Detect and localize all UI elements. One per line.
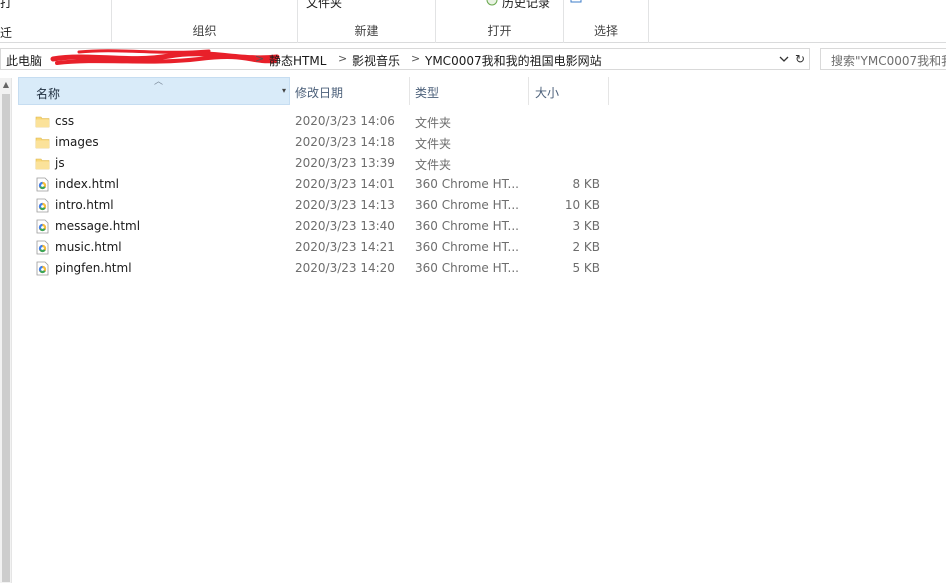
breadcrumb-current-folder[interactable]: YMC0007我和我的祖国电影网站 (425, 52, 602, 69)
file-type: 360 Chrome HT... (415, 219, 519, 233)
html-file-icon (36, 219, 49, 234)
file-name: images (55, 135, 99, 149)
breadcrumb-separator: > (255, 52, 265, 65)
scroll-up-icon[interactable]: ▲ (1, 80, 11, 90)
breadcrumb-this-pc[interactable]: 此电脑 (6, 52, 42, 69)
folder-icon (35, 158, 50, 170)
chevron-down-icon[interactable] (777, 51, 791, 67)
refresh-icon[interactable]: ↻ (793, 51, 807, 67)
html-file-icon (36, 177, 49, 192)
ribbon-group-select: 选择 (564, 0, 649, 43)
breadcrumb-separator: > (338, 52, 348, 65)
history-icon (486, 0, 498, 6)
ribbon-group-new: 文件夹 新建 (298, 0, 436, 43)
column-header-type-label: 类型 (415, 86, 440, 100)
new-folder-button[interactable]: 文件夹 (306, 0, 342, 11)
column-header-date[interactable]: 修改日期 (290, 77, 410, 105)
list-item[interactable]: js 2020/3/23 13:39 文件夹 (18, 153, 618, 174)
file-type: 360 Chrome HT... (415, 177, 519, 191)
list-item[interactable]: index.html 2020/3/23 14:01 360 Chrome HT..… (18, 174, 618, 195)
column-header-name[interactable]: 名称 ︿ ▾ (18, 77, 290, 105)
file-date: 2020/3/23 14:01 (295, 177, 395, 191)
file-name: intro.html (55, 198, 114, 212)
scrollbar-thumb[interactable] (2, 94, 10, 582)
file-type: 360 Chrome HT... (415, 240, 519, 254)
chevron-down-icon[interactable]: ▾ (282, 86, 286, 95)
ribbon-group-open: 历史记录 打开 (436, 0, 564, 43)
folder-icon (35, 116, 50, 128)
list-item[interactable]: images 2020/3/23 14:18 文件夹 (18, 132, 618, 153)
ribbon-group-new-label: 新建 (354, 24, 379, 38)
search-placeholder: 搜索"YMC0007我和我 (831, 54, 946, 68)
column-header-type[interactable]: 类型 (410, 77, 528, 105)
column-divider[interactable] (608, 77, 609, 105)
column-header-name-label: 名称 (36, 87, 61, 101)
file-name: message.html (55, 219, 141, 233)
file-name: js (55, 156, 65, 170)
redaction-scribble (50, 49, 280, 65)
column-header-date-label: 修改日期 (295, 86, 344, 100)
sort-ascending-icon: ︿ (154, 77, 164, 87)
file-date: 2020/3/23 14:20 (295, 261, 395, 275)
list-item[interactable]: css 2020/3/23 14:06 文件夹 (18, 111, 618, 132)
file-name: music.html (55, 240, 122, 254)
history-button[interactable]: 历史记录 (502, 0, 550, 11)
breadcrumb-static-html[interactable]: 静态HTML (269, 52, 326, 69)
list-item[interactable]: intro.html 2020/3/23 14:13 360 Chrome HT..… (18, 195, 618, 216)
ribbon-group-left (0, 0, 112, 43)
list-item[interactable]: music.html 2020/3/23 14:21 360 Chrome HT..… (18, 237, 618, 258)
ribbon-group-open-label: 打开 (487, 24, 512, 38)
list-item[interactable]: pingfen.html 2020/3/23 14:20 360 Chrome HT… (18, 258, 618, 279)
file-name: pingfen.html (55, 261, 132, 275)
file-date: 2020/3/23 14:13 (295, 198, 395, 212)
ribbon-group-organize-label: 组织 (192, 24, 217, 38)
list-item[interactable]: message.html 2020/3/23 13:40 360 Chrome HT… (18, 216, 618, 237)
file-name: css (55, 114, 75, 128)
file-date: 2020/3/23 13:40 (295, 219, 395, 233)
file-size: 5 KB (572, 261, 600, 275)
breadcrumb-video-music[interactable]: 影视音乐 (352, 52, 400, 69)
file-size: 2 KB (572, 240, 600, 254)
ribbon-group-organize: 组织 (112, 0, 298, 43)
file-size: 10 KB (564, 198, 600, 212)
file-date: 2020/3/23 14:21 (295, 240, 395, 254)
folder-icon (35, 137, 50, 149)
file-type: 文件夹 (415, 116, 452, 130)
column-header-size[interactable]: 大小 (529, 77, 609, 105)
html-file-icon (36, 198, 49, 213)
html-file-icon (36, 240, 49, 255)
file-type: 文件夹 (415, 158, 452, 172)
navigation-pane: ▲ (0, 78, 12, 583)
file-size: 8 KB (572, 177, 600, 191)
file-date: 2020/3/23 14:06 (295, 114, 395, 128)
file-date: 2020/3/23 13:39 (295, 156, 395, 170)
file-name: index.html (55, 177, 119, 191)
file-type: 360 Chrome HT... (415, 261, 519, 275)
file-type: 文件夹 (415, 137, 452, 151)
select-all-icon[interactable] (570, 0, 584, 6)
search-input[interactable]: 搜索"YMC0007我和我 (820, 48, 946, 70)
ribbon-group-select-label: 选择 (593, 24, 618, 38)
file-date: 2020/3/23 14:18 (295, 135, 395, 149)
ribbon: 打 迁 组织 文件夹 新建 历史记录 打开 选择 (0, 0, 946, 43)
address-bar[interactable]: 此电脑 > 静态HTML > 影视音乐 > YMC0007我和我的祖国电影网站 … (0, 48, 810, 70)
column-header-size-label: 大小 (535, 86, 560, 100)
breadcrumb-separator: > (411, 52, 421, 65)
file-type: 360 Chrome HT... (415, 198, 519, 212)
file-size: 3 KB (572, 219, 600, 233)
html-file-icon (36, 261, 49, 276)
